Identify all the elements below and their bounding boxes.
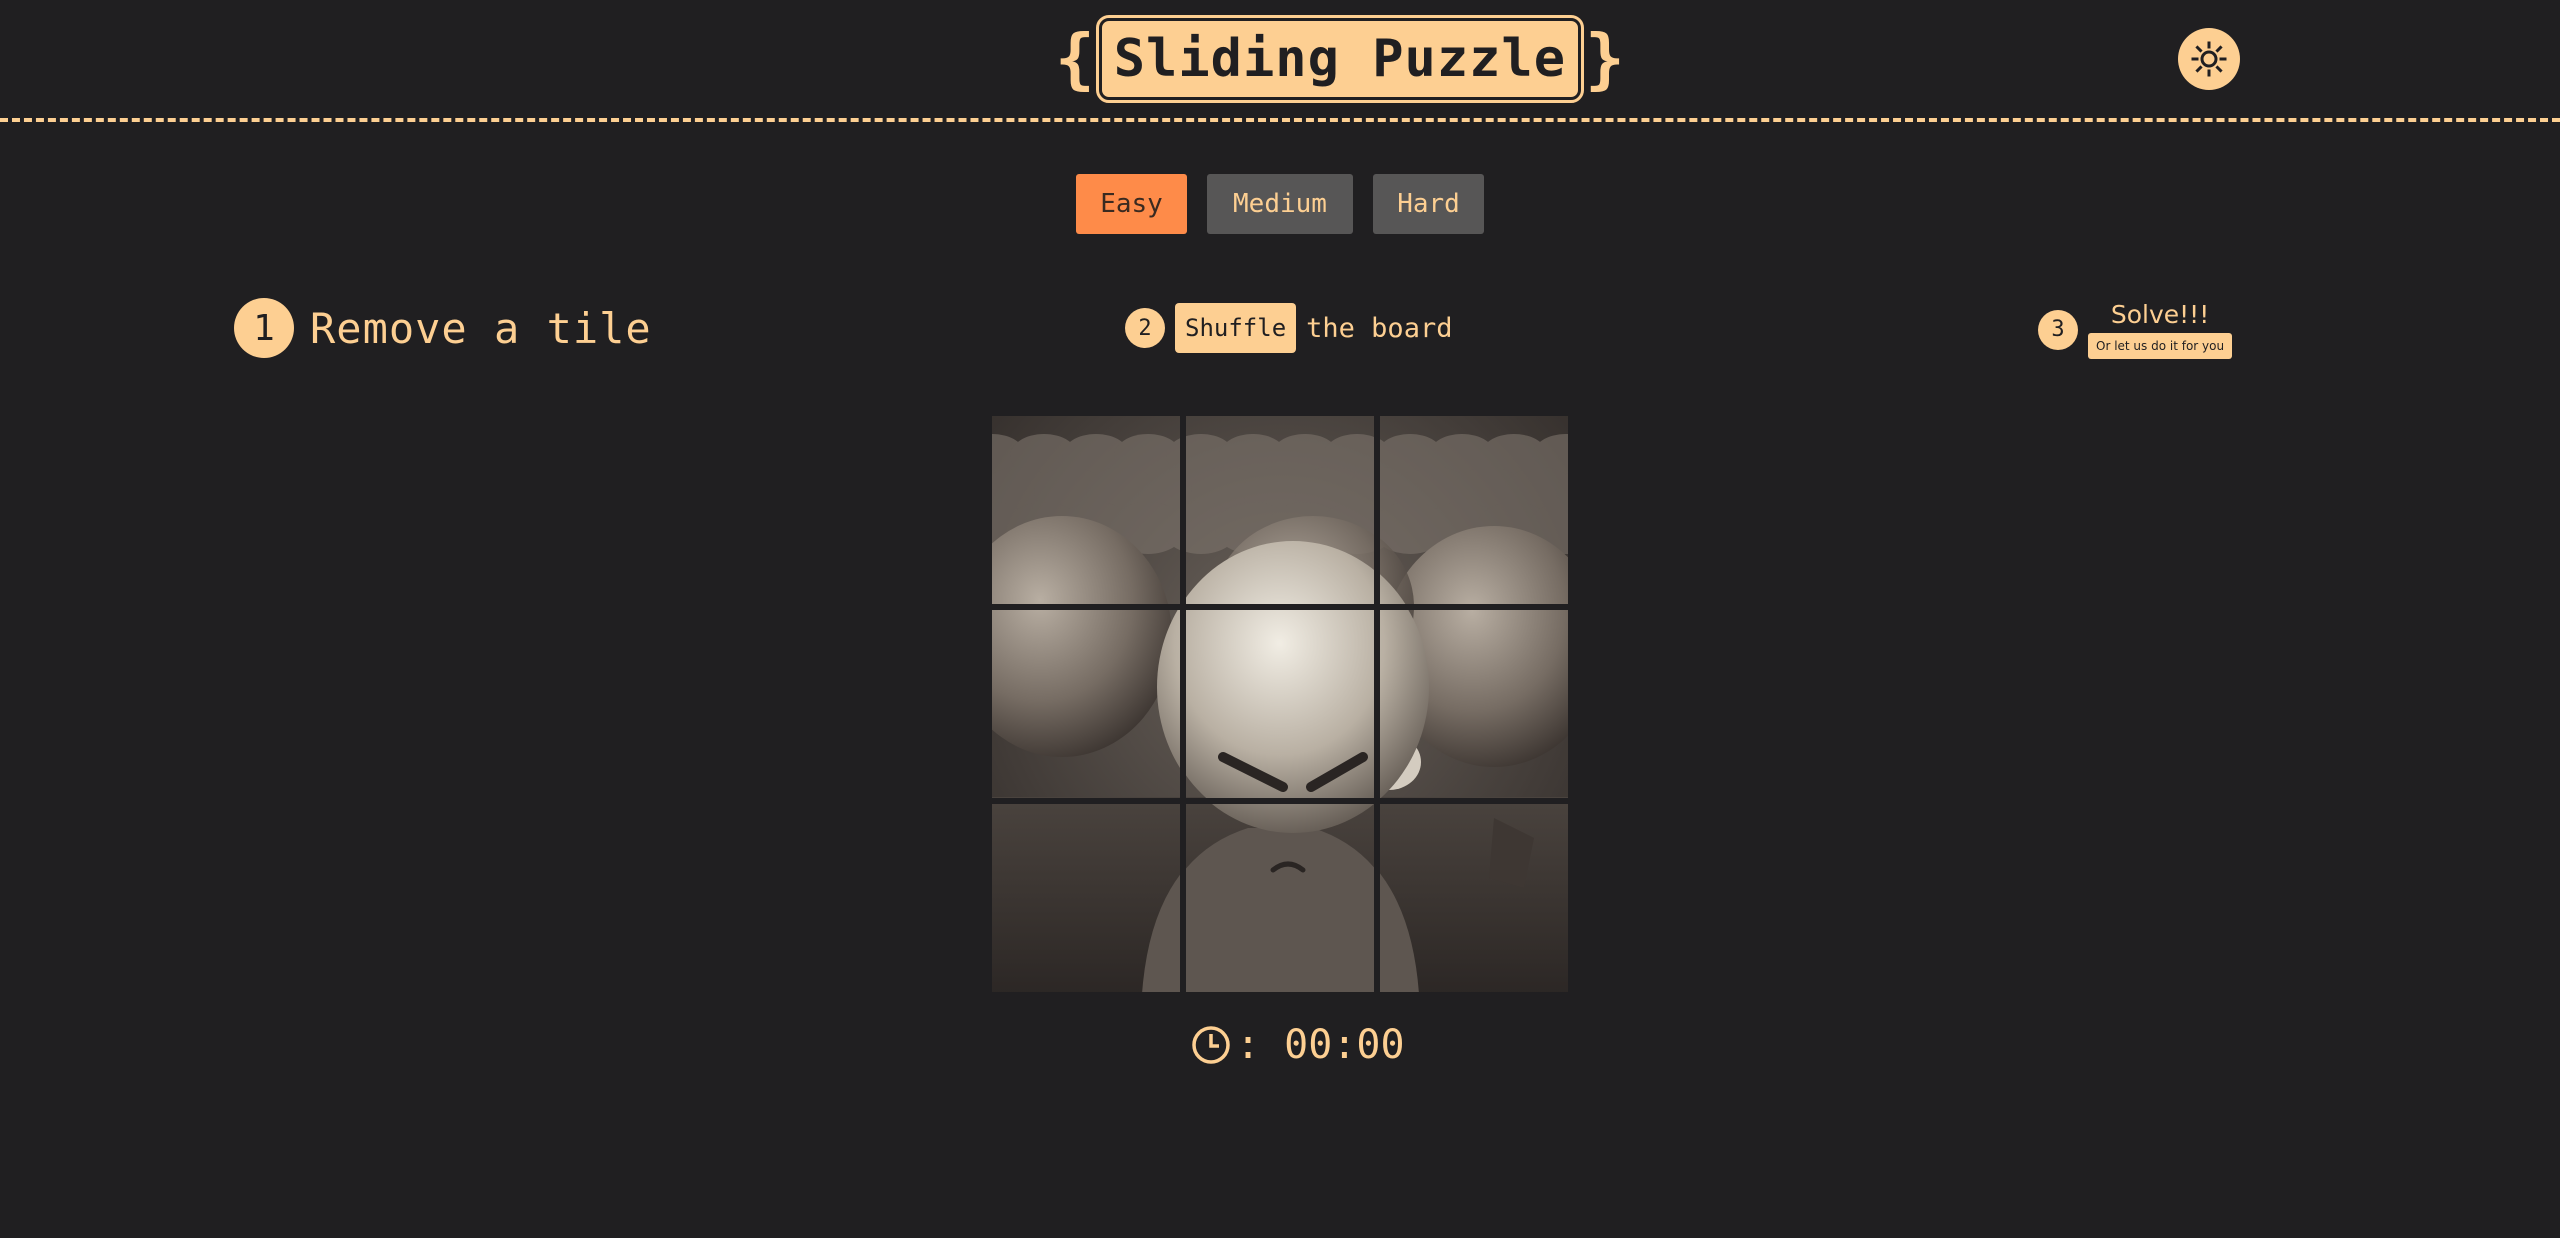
step-label-the-board: the board bbox=[1306, 312, 1453, 344]
step-shuffle: 2 Shuffle the board bbox=[1125, 303, 1452, 353]
puzzle-tile[interactable] bbox=[992, 610, 1180, 798]
difficulty-easy-button[interactable]: Easy bbox=[1076, 174, 1187, 234]
difficulty-medium-button[interactable]: Medium bbox=[1207, 174, 1353, 234]
title-wrap: { Sliding Puzzle } bbox=[1055, 15, 1625, 103]
solve-title: Solve!!! bbox=[2110, 300, 2210, 329]
puzzle-tile[interactable] bbox=[1380, 416, 1568, 604]
step-number-2: 2 bbox=[1125, 308, 1165, 348]
puzzle-tile[interactable] bbox=[1186, 416, 1374, 604]
title-brace-right: } bbox=[1585, 20, 1625, 97]
tile-image bbox=[992, 804, 1180, 992]
step-number-1: 1 bbox=[234, 298, 294, 358]
step-remove-tile: 1 Remove a tile bbox=[234, 298, 652, 358]
puzzle-tile[interactable] bbox=[1380, 804, 1568, 992]
puzzle-tile[interactable] bbox=[992, 416, 1180, 604]
tile-image bbox=[1380, 610, 1568, 798]
shuffle-button[interactable]: Shuffle bbox=[1175, 303, 1297, 353]
title-brace-left: { bbox=[1055, 20, 1095, 97]
tile-image bbox=[992, 610, 1180, 798]
tile-image bbox=[1186, 804, 1374, 992]
timer: : 00:00 bbox=[1190, 1022, 1405, 1068]
puzzle-tile[interactable] bbox=[992, 804, 1180, 992]
difficulty-selector: Easy Medium Hard bbox=[1076, 174, 1484, 234]
tile-image bbox=[1186, 416, 1374, 604]
puzzle-tile[interactable] bbox=[1186, 804, 1374, 992]
tile-image bbox=[992, 416, 1180, 604]
puzzle-tile[interactable] bbox=[1186, 610, 1374, 798]
tile-image bbox=[1380, 416, 1568, 604]
page-title: Sliding Puzzle bbox=[1095, 15, 1585, 103]
difficulty-hard-button[interactable]: Hard bbox=[1373, 174, 1484, 234]
timer-value: : 00:00 bbox=[1236, 1022, 1405, 1068]
tile-image bbox=[1380, 804, 1568, 992]
solve-column: Solve!!! Or let us do it for you bbox=[2088, 300, 2233, 359]
auto-solve-button[interactable]: Or let us do it for you bbox=[2088, 333, 2233, 359]
theme-toggle-button[interactable] bbox=[2178, 28, 2240, 90]
puzzle-tile[interactable] bbox=[1380, 610, 1568, 798]
header: { Sliding Puzzle } bbox=[0, 0, 2560, 122]
clock-icon bbox=[1192, 1026, 1230, 1064]
puzzle-board bbox=[992, 416, 1568, 992]
step-solve: 3 Solve!!! Or let us do it for you bbox=[2038, 300, 2233, 359]
step-number-3: 3 bbox=[2038, 309, 2078, 350]
step-label-remove-tile: Remove a tile bbox=[310, 303, 652, 353]
tile-image bbox=[1186, 610, 1374, 798]
sun-icon bbox=[2191, 41, 2227, 77]
